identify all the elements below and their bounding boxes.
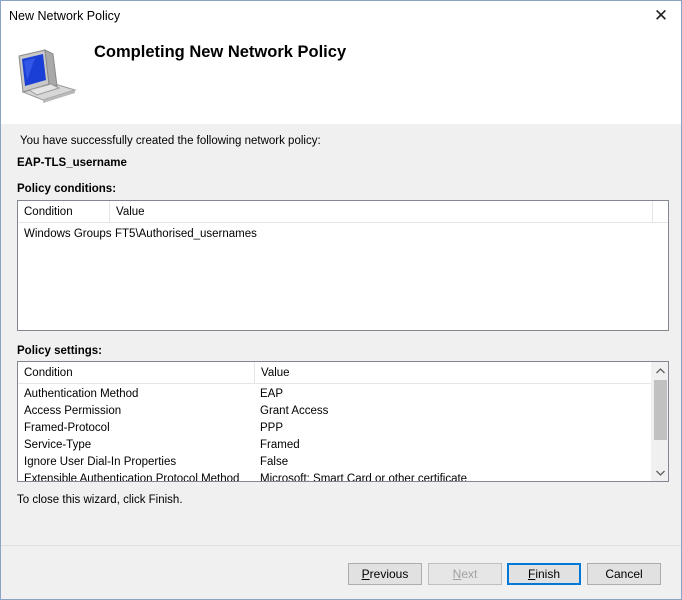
wizard-header: Completing New Network Policy [1,32,681,124]
value-cell: PPP [260,422,284,434]
title-bar: New Network Policy ✕ [1,1,681,32]
condition-cell: Framed-Protocol [24,422,110,434]
previous-button-label: revious [369,567,409,581]
column-header-condition[interactable]: Condition [18,201,110,223]
value-cell: Grant Access [260,405,329,417]
finish-button[interactable]: Finish [507,563,581,585]
policy-settings-label: Policy settings: [17,345,102,357]
window-title: New Network Policy [9,9,121,23]
footer-divider [1,545,681,546]
wizard-page-title: Completing New Network Policy [94,43,347,61]
condition-cell: Windows Groups [24,228,112,240]
list-header: Condition Value [18,362,652,384]
dialog-window: New Network Policy ✕ Completing New Netw… [0,0,682,600]
list-item[interactable]: Windows Groups FT5\Authorised_usernames [18,226,653,243]
previous-button-accesskey: P [361,567,370,581]
next-button-accesskey: N [452,567,462,581]
policy-name: EAP-TLS_username [17,157,127,169]
previous-button[interactable]: Previous [348,563,422,585]
column-header-value[interactable]: Value [255,362,652,384]
finish-button-label: inish [535,567,561,581]
condition-cell: Authentication Method [24,388,139,400]
network-policy-monitor-icon [15,46,79,107]
list-header: Condition Value [18,201,668,223]
intro-text: You have successfully created the follow… [20,135,321,147]
value-cell: EAP [260,388,284,400]
vertical-scrollbar[interactable] [651,362,668,481]
value-cell: Microsoft: Smart Card or other certifica… [260,473,468,482]
finish-button-accesskey: F [527,567,536,581]
cancel-button[interactable]: Cancel [587,563,661,585]
policy-conditions-list[interactable]: Condition Value Windows Groups FT5\Autho… [17,200,669,331]
scroll-down-icon[interactable] [652,464,668,481]
condition-cell: Ignore User Dial-In Properties [24,456,177,468]
close-icon[interactable]: ✕ [641,1,681,31]
column-header-value[interactable]: Value [110,201,653,223]
column-header-condition[interactable]: Condition [18,362,255,384]
scroll-up-icon[interactable] [652,362,668,379]
condition-cell: Extensible Authentication Protocol Metho… [24,473,240,482]
next-button-label: ext [461,567,478,581]
policy-settings-list[interactable]: Condition Value Authentication Method EA… [17,361,669,482]
value-cell: Framed [260,439,300,451]
policy-conditions-label: Policy conditions: [17,183,117,195]
next-button[interactable]: Next [428,563,502,585]
value-cell: FT5\Authorised_usernames [115,228,257,240]
condition-cell: Service-Type [24,439,92,451]
close-instruction-text: To close this wizard, click Finish. [17,494,183,506]
condition-cell: Access Permission [24,405,122,417]
value-cell: False [260,456,289,468]
scrollbar-thumb[interactable] [654,380,667,440]
